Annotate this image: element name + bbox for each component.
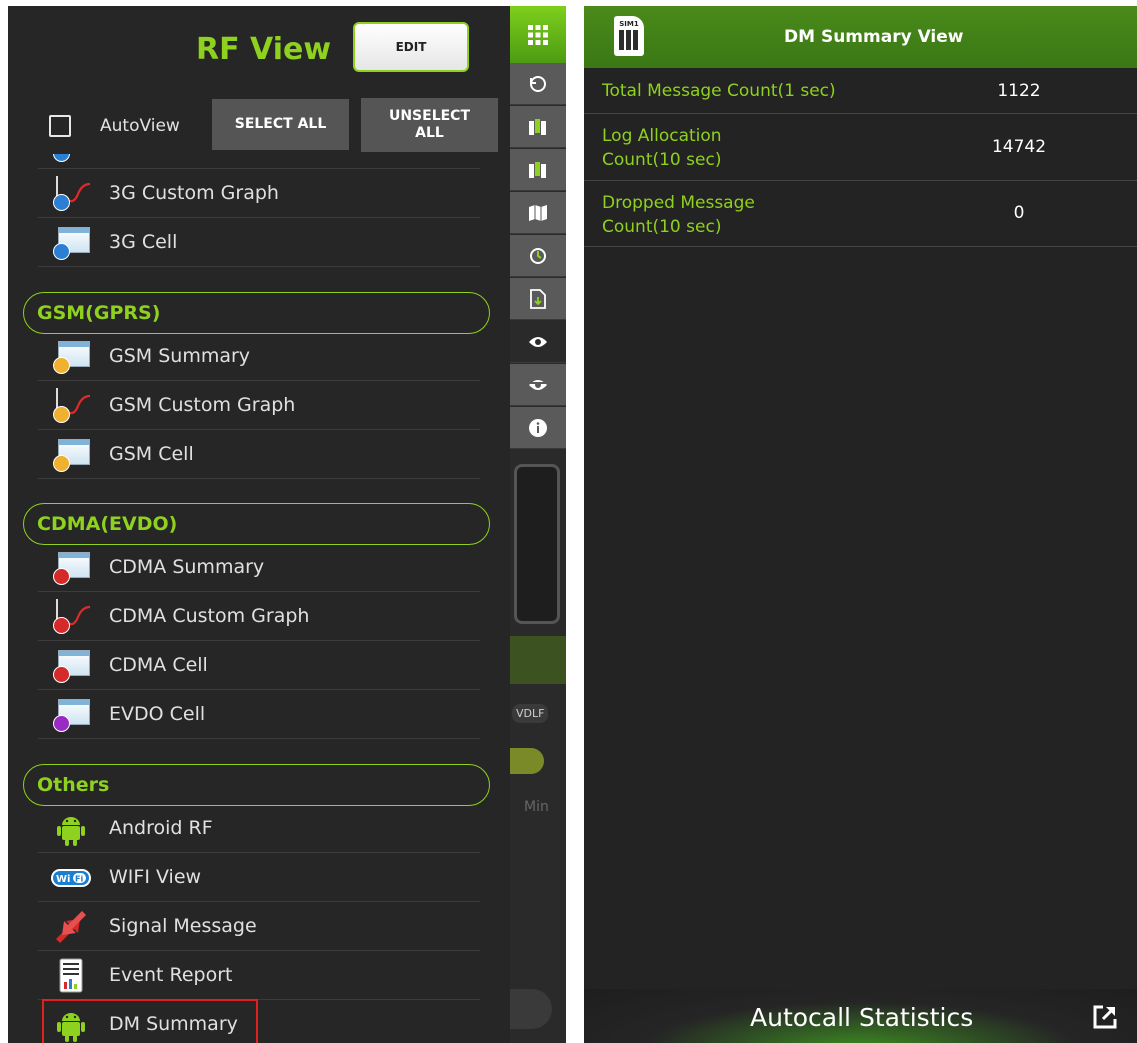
list-item-wifi-view[interactable]: Wi Fi WIFI View	[38, 853, 480, 902]
file-download-icon[interactable]	[510, 278, 566, 320]
cell-window-icon	[50, 225, 92, 261]
autoview-label: AutoView	[100, 116, 180, 136]
list-item[interactable]	[38, 154, 480, 169]
rail-panel	[514, 464, 560, 624]
list-item-android-rf[interactable]: Android RF	[38, 804, 480, 853]
rail-pill-button[interactable]	[510, 989, 552, 1029]
map-icon[interactable]	[510, 149, 566, 191]
table-row: Dropped Message Count(10 sec) 0	[584, 181, 1137, 247]
summary-window-icon	[50, 154, 92, 163]
rail-toggle[interactable]	[510, 748, 544, 774]
row-value: 1122	[997, 81, 1041, 101]
cell-window-icon	[50, 697, 92, 733]
footer-label: Autocall Statistics	[750, 1003, 974, 1032]
list-item-gsm-custom-graph[interactable]: GSM Custom Graph	[38, 381, 480, 430]
svg-text:Fi: Fi	[75, 875, 83, 884]
view-list: 3G Custom Graph 3G Cell GSM(GPRS) GSM Su…	[8, 154, 510, 1043]
svg-text:Wi: Wi	[56, 874, 70, 885]
table-row: Total Message Count(1 sec) 1122	[584, 68, 1137, 114]
list-item-label: WIFI View	[109, 866, 202, 888]
page-title: RF View	[196, 32, 332, 67]
cell-window-icon	[50, 437, 92, 473]
row-value: 0	[1013, 203, 1025, 223]
list-item-gsm-summary[interactable]: GSM Summary	[38, 332, 480, 381]
unselect-all-button[interactable]: UNSELECT ALL	[361, 98, 498, 152]
dm-summary-screen: SIM1 DM Summary View Total Message Count…	[584, 6, 1137, 1043]
list-item-label: GSM Custom Graph	[109, 394, 296, 416]
refresh-icon[interactable]	[510, 63, 566, 105]
table-row: Log Allocation Count(10 sec) 14742	[584, 114, 1137, 181]
vdlf-badge: VDLF	[512, 704, 549, 723]
eye-crossed-icon[interactable]	[510, 364, 566, 406]
list-item-label: Event Report	[109, 964, 233, 986]
selection-highlight	[42, 999, 258, 1043]
list-item-label: CDMA Custom Graph	[109, 605, 310, 627]
section-header-cdma: CDMA(EVDO)	[23, 503, 490, 545]
list-item-label: GSM Summary	[109, 345, 251, 367]
list-item-3g-custom-graph[interactable]: 3G Custom Graph	[38, 169, 480, 218]
autocall-statistics-bar[interactable]: Autocall Statistics	[584, 989, 1137, 1043]
section-title: Others	[37, 774, 110, 796]
app-header: SIM1 DM Summary View	[584, 6, 1137, 68]
android-icon	[50, 811, 92, 847]
select-all-button[interactable]: SELECT ALL	[212, 99, 349, 150]
section-title: GSM(GPRS)	[37, 302, 161, 324]
cell-window-icon	[50, 648, 92, 684]
list-item-label: Signal Message	[109, 915, 257, 937]
grid-icon[interactable]	[510, 6, 566, 63]
side-toolbar: VDLF Min	[510, 6, 566, 1043]
list-item-cdma-cell[interactable]: CDMA Cell	[38, 641, 480, 690]
section-title: CDMA(EVDO)	[37, 513, 178, 535]
list-item-signal-message[interactable]: Signal Message	[38, 902, 480, 951]
list-item-event-report[interactable]: Event Report	[38, 951, 480, 1000]
list-item-label: GSM Cell	[109, 443, 194, 465]
graph-icon	[50, 388, 92, 424]
rf-view-drawer: RF View EDIT AutoView SELECT ALL UNSELEC…	[8, 6, 510, 1043]
list-item-cdma-summary[interactable]: CDMA Summary	[38, 543, 480, 592]
rail-status-bar	[510, 636, 566, 684]
map-fold-icon[interactable]	[510, 192, 566, 234]
summary-window-icon	[50, 550, 92, 586]
list-item-cdma-custom-graph[interactable]: CDMA Custom Graph	[38, 592, 480, 641]
row-label: Total Message Count(1 sec)	[602, 81, 836, 101]
list-item-label: EVDO Cell	[109, 703, 206, 725]
history-icon[interactable]	[510, 235, 566, 277]
report-icon	[50, 958, 92, 994]
list-item-evdo-cell[interactable]: EVDO Cell	[38, 690, 480, 739]
signal-arrows-icon	[50, 909, 92, 945]
list-item-label: 3G Custom Graph	[109, 182, 279, 204]
list-item-label: CDMA Cell	[109, 654, 208, 676]
list-item-label: 3G Cell	[109, 231, 178, 253]
sim-card-icon[interactable]: SIM1	[614, 16, 644, 56]
export-icon[interactable]	[1092, 1004, 1118, 1030]
row-value: 14742	[991, 137, 1047, 157]
summary-window-icon	[50, 339, 92, 375]
section-header-others: Others	[23, 764, 490, 806]
autoview-checkbox[interactable]	[49, 115, 71, 137]
list-item-3g-cell[interactable]: 3G Cell	[38, 218, 480, 267]
info-icon[interactable]	[510, 407, 566, 449]
section-header-gsm: GSM(GPRS)	[23, 292, 490, 334]
eye-icon[interactable]	[510, 321, 566, 363]
min-label: Min	[524, 799, 549, 815]
row-label: Dropped Message Count(10 sec)	[602, 193, 755, 237]
list-item-label: CDMA Summary	[109, 556, 265, 578]
edit-button[interactable]: EDIT	[353, 22, 469, 72]
wifi-icon: Wi Fi	[50, 860, 92, 896]
graph-icon	[50, 176, 92, 212]
sim-label: SIM1	[619, 20, 639, 28]
page-title: DM Summary View	[784, 27, 964, 47]
graph-icon	[50, 599, 92, 635]
list-item-label: Android RF	[109, 817, 213, 839]
rf-view-screen: RF View EDIT AutoView SELECT ALL UNSELEC…	[8, 6, 566, 1043]
map-icon[interactable]	[510, 106, 566, 148]
list-item-gsm-cell[interactable]: GSM Cell	[38, 430, 480, 479]
row-label: Log Allocation Count(10 sec)	[602, 126, 722, 170]
